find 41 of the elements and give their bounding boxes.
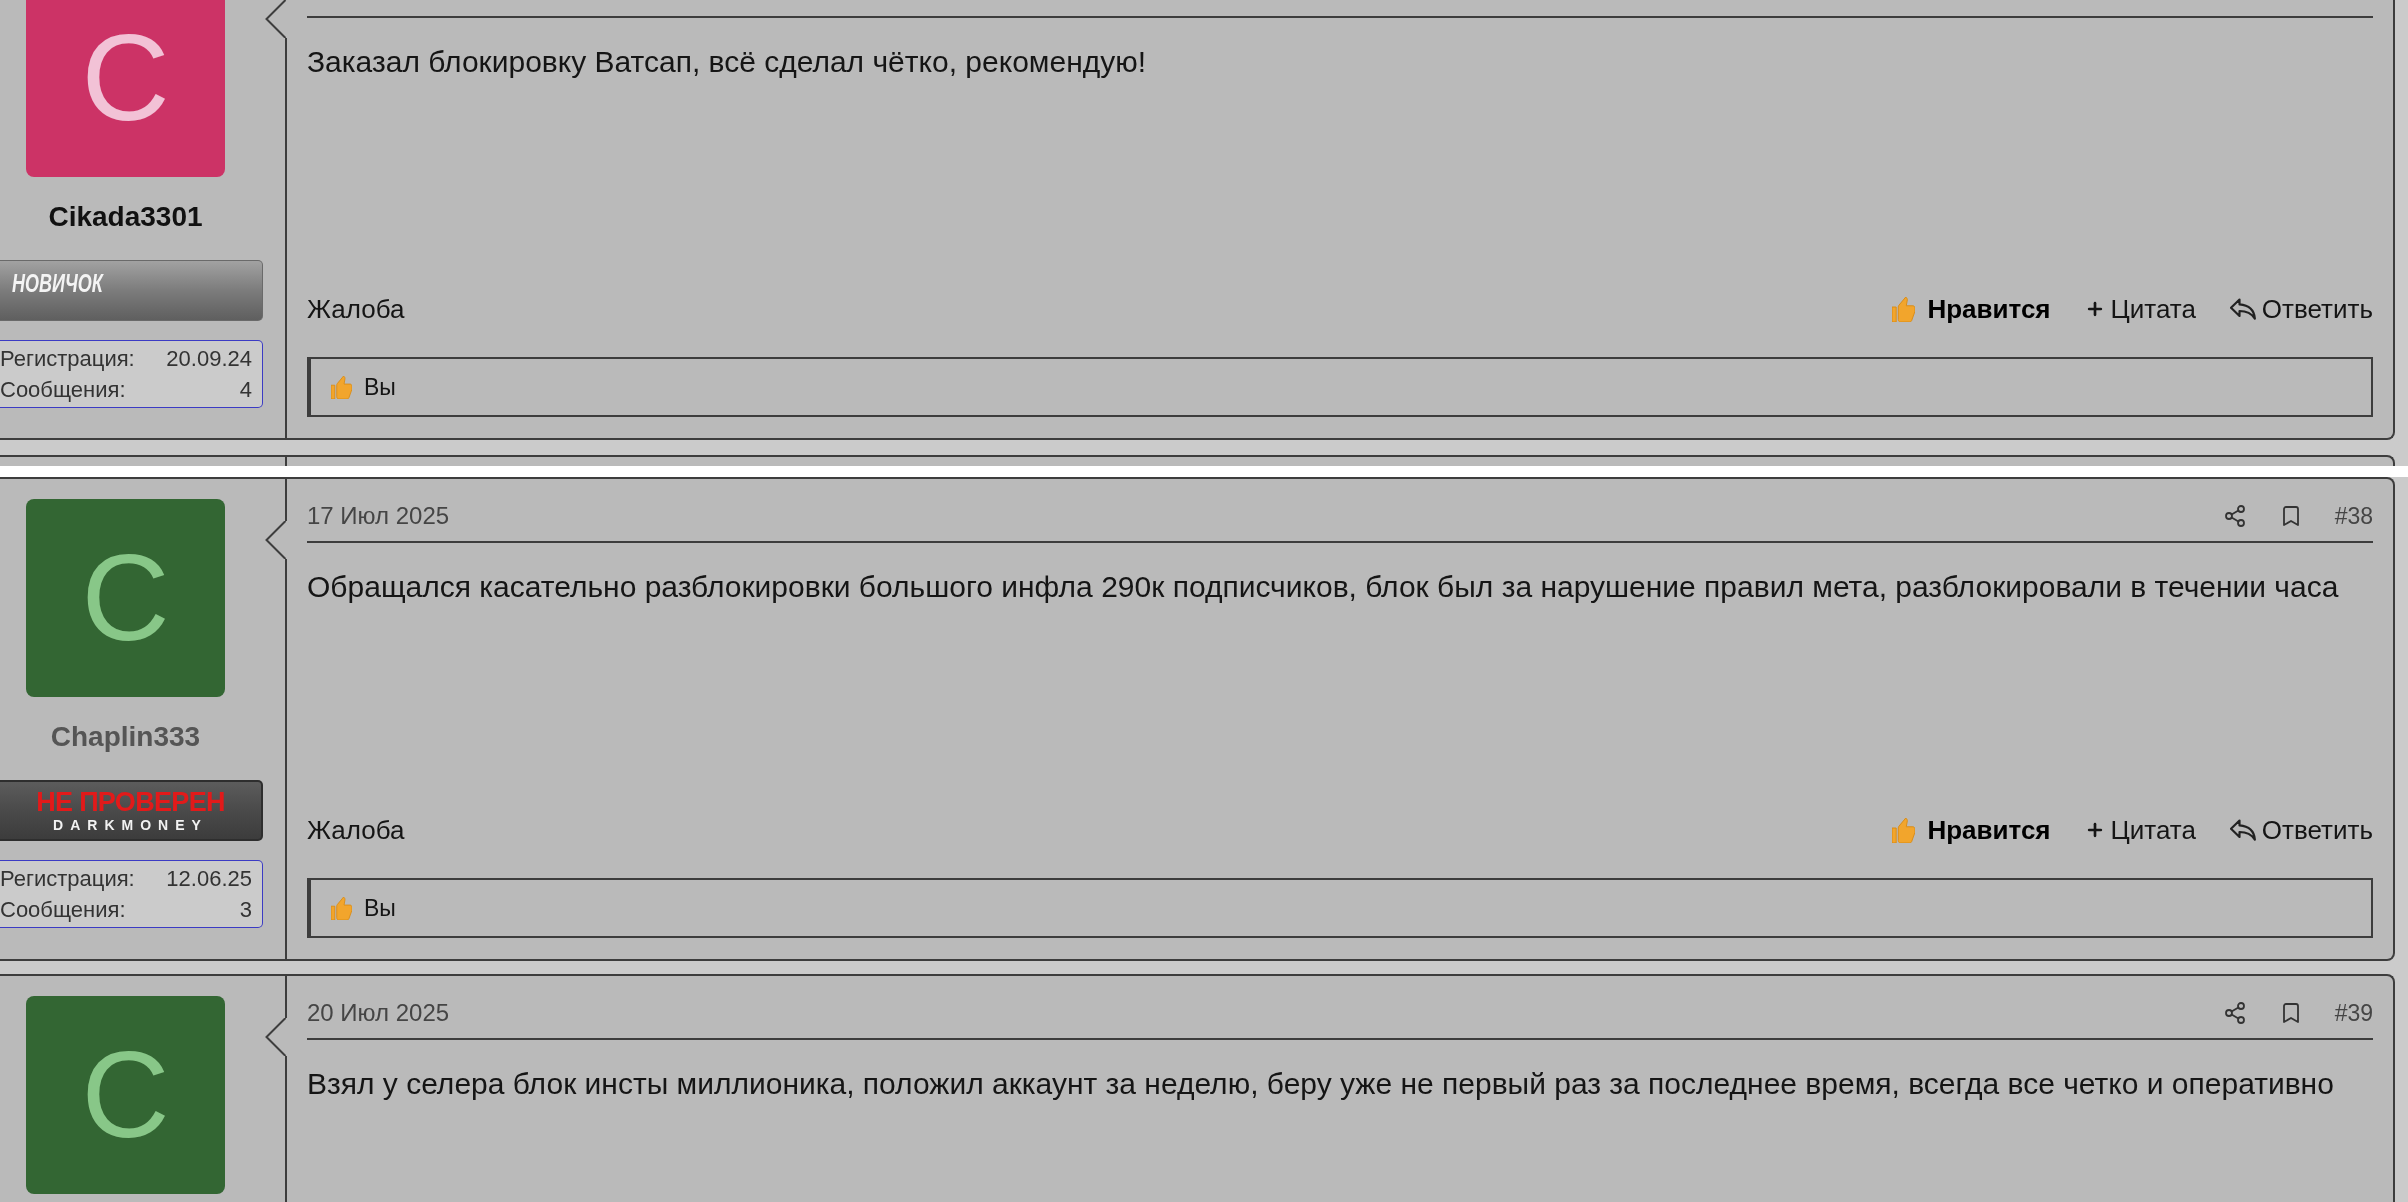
avatar-letter: C	[81, 1034, 170, 1156]
post-number-link[interactable]: #38	[2334, 502, 2373, 530]
share-icon[interactable]	[2222, 1001, 2247, 1025]
username-link[interactable]: Chaplin333	[50, 719, 201, 755]
reaction-users-link[interactable]: Вы	[364, 890, 396, 926]
stat-label: Регистрация:	[0, 865, 135, 893]
avatar-letter: C	[81, 537, 170, 659]
stat-label: Сообщения:	[0, 896, 126, 924]
quote-button[interactable]: Цитата	[2084, 289, 2196, 329]
stat-value: 12.06.25	[166, 865, 252, 893]
report-link[interactable]: Жалоба	[307, 810, 405, 850]
reply-button[interactable]: Ответить	[2229, 289, 2373, 329]
report-link[interactable]: Жалоба	[307, 289, 405, 329]
post-date[interactable]: 17 Июл 2025	[307, 502, 450, 530]
reply-icon	[2229, 298, 2256, 320]
post-date[interactable]: 20 Июл 2025	[307, 999, 450, 1027]
message-text: Заказал блокировку Ватсап, всё сделал чётко, рекомендую!	[307, 44, 1148, 80]
post-number-link[interactable]: #39	[2334, 999, 2373, 1027]
like-button[interactable]: Нравится	[1892, 810, 2051, 850]
stat-label: Регистрация:	[0, 345, 135, 373]
banner-title: НОВИЧОК	[12, 269, 103, 297]
banner-subtitle: DARKMONEY	[53, 815, 208, 834]
thumbs-up-icon	[331, 375, 352, 399]
share-icon[interactable]	[2222, 504, 2247, 528]
stat-value: 4	[239, 376, 252, 404]
stat-label: Сообщения:	[0, 376, 126, 404]
thumbs-up-icon	[1892, 296, 1916, 322]
reaction-users-link[interactable]: Вы	[364, 369, 396, 405]
reply-icon	[2229, 819, 2256, 841]
message-text: Обращался касательно разблокировки большого инфла 290к подписчиков, блок был за нарушение правил мета, разблокировали в течении часа	[307, 569, 2340, 605]
banner-title: НЕ ПРОВЕРЕН	[36, 787, 225, 816]
stat-value: 3	[239, 896, 252, 924]
thumbs-up-icon	[1892, 817, 1916, 843]
thumbs-up-icon	[331, 896, 352, 920]
avatar-letter: C	[81, 17, 170, 139]
message-text: Взял у селера блок инсты миллионика, положил аккаунт за неделю, беру уже не первый раз за последнее время, всегда все четко и оперативно	[307, 1066, 2335, 1102]
stat-value: 20.09.24	[166, 345, 252, 373]
quote-button[interactable]: Цитата	[2084, 810, 2196, 850]
reply-button[interactable]: Ответить	[2229, 810, 2373, 850]
like-button[interactable]: Нравится	[1892, 289, 2051, 329]
username-link[interactable]: Cikada3301	[48, 199, 203, 235]
